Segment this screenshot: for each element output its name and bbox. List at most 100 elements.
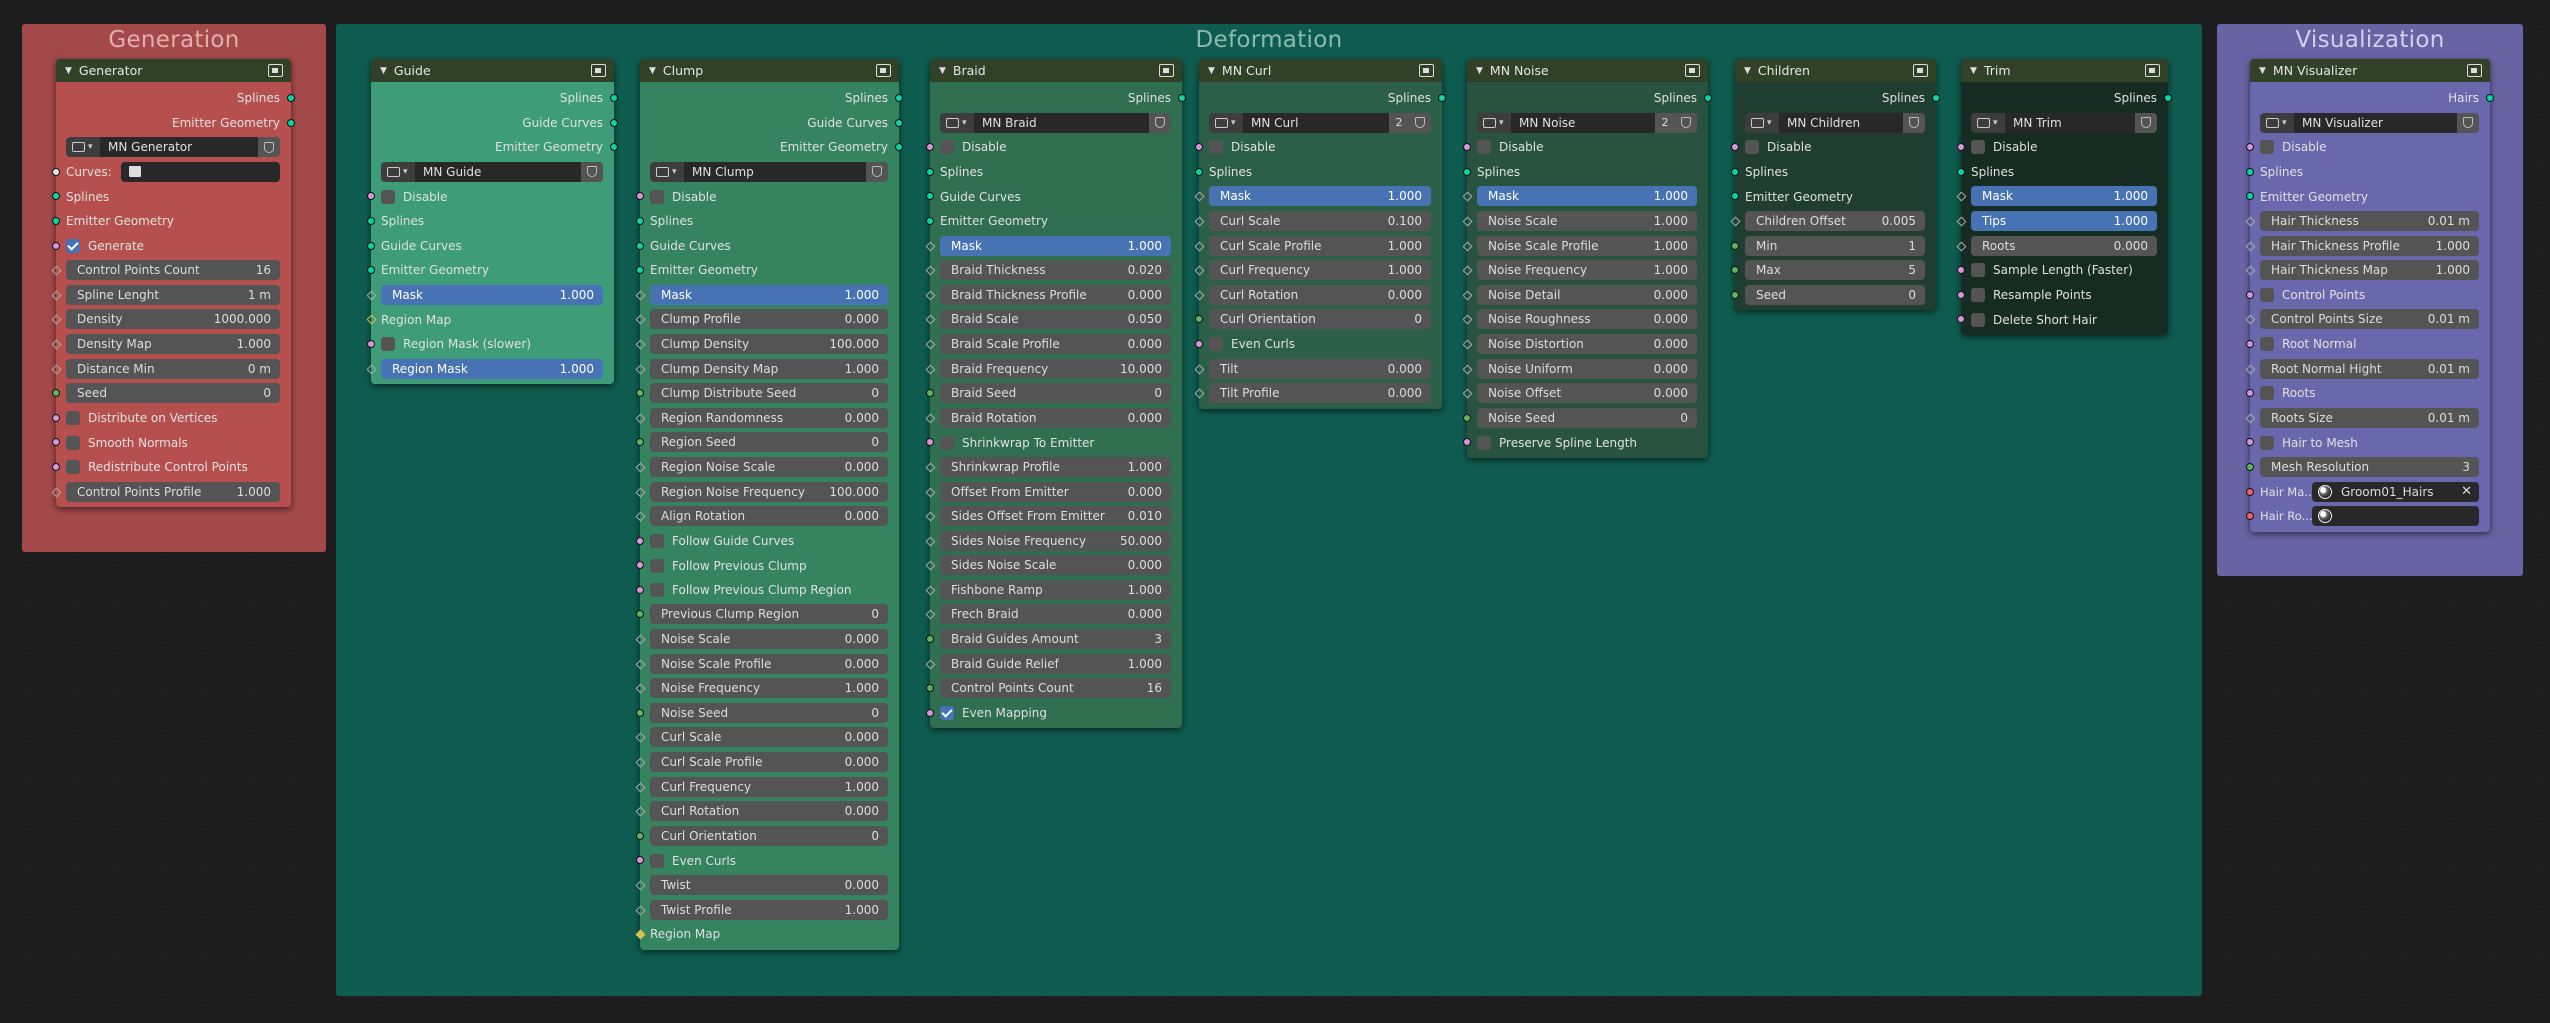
node-group-icon[interactable]	[2467, 64, 2482, 77]
output-socket[interactable]	[1704, 94, 1712, 102]
input-socket[interactable]	[636, 536, 644, 545]
output-socket[interactable]	[1178, 94, 1186, 102]
output-socket[interactable]	[287, 118, 295, 127]
number-field[interactable]: Control Points Count 16	[940, 678, 1171, 699]
fake-user-shield-icon[interactable]	[581, 161, 603, 182]
checkbox[interactable]	[650, 533, 664, 548]
input-socket[interactable]	[1731, 241, 1739, 250]
node-header[interactable]: ▼ Children	[1735, 59, 1936, 82]
group-selector[interactable]: ▾ MN Clump	[650, 161, 888, 182]
disable-checkbox[interactable]	[381, 189, 395, 204]
node-tree-icon[interactable]: ▾	[381, 161, 415, 182]
group-name-field[interactable]: MN Trim	[2005, 112, 2135, 133]
number-field[interactable]: Seed 0	[1745, 284, 1925, 305]
number-field[interactable]: Children Offset 0.005	[1745, 210, 1925, 231]
checkbox[interactable]	[66, 460, 80, 475]
number-field[interactable]: Region Seed 0	[650, 432, 888, 453]
output-socket[interactable]	[1438, 94, 1446, 102]
output-socket[interactable]	[610, 94, 618, 102]
mask-slider[interactable]: Mask 1.000	[940, 235, 1171, 256]
input-socket[interactable]	[926, 438, 934, 447]
number-field[interactable]: Spline Lenght 1 m	[66, 284, 280, 305]
fake-user-shield-icon[interactable]	[1903, 112, 1925, 133]
node-tree-icon[interactable]: ▾	[1745, 112, 1779, 133]
checkbox[interactable]	[1971, 288, 1985, 303]
chevron-down-icon[interactable]: ▼	[939, 66, 946, 76]
number-field[interactable]: Curl Orientation 0	[650, 825, 888, 846]
checkbox[interactable]	[1209, 337, 1223, 352]
number-field[interactable]: Braid Seed 0	[940, 383, 1171, 404]
node-tree-icon[interactable]: ▾	[1477, 112, 1511, 133]
input-socket[interactable]	[52, 389, 60, 398]
number-field[interactable]: Noise Scale Profile 0.000	[650, 653, 888, 674]
number-field[interactable]: Noise Offset 0.000	[1477, 383, 1697, 404]
checkbox[interactable]	[66, 435, 80, 450]
number-field[interactable]: Region Noise Frequency 100.000	[650, 481, 888, 502]
fake-user-shield-icon[interactable]	[2457, 112, 2479, 133]
chevron-down-icon[interactable]: ▼	[1208, 66, 1215, 76]
number-field[interactable]: Density Map 1.000	[66, 333, 280, 354]
number-field[interactable]: Noise Seed 0	[1477, 407, 1697, 428]
number-field[interactable]: Noise Roughness 0.000	[1477, 309, 1697, 330]
input-socket[interactable]	[2246, 192, 2254, 201]
node-tree-icon[interactable]: ▾	[2260, 112, 2294, 133]
input-socket[interactable]	[1731, 290, 1739, 299]
input-socket[interactable]	[2246, 462, 2254, 471]
input-socket[interactable]	[636, 266, 644, 275]
node-mn-visualizer[interactable]: ▼ MN Visualizer Hairs ▾ MN Visualizer Di…	[2245, 59, 2494, 532]
number-field[interactable]: Twist Profile 1.000	[650, 899, 888, 920]
number-field[interactable]: Curl Rotation 0.000	[650, 801, 888, 822]
node-header[interactable]: ▼ Guide	[371, 59, 614, 82]
disable-checkbox[interactable]	[1745, 140, 1759, 155]
number-field[interactable]: Curl Rotation 0.000	[1209, 284, 1431, 305]
number-field[interactable]: Noise Seed 0	[650, 702, 888, 723]
chevron-down-icon[interactable]: ▼	[2259, 66, 2266, 76]
node-guide[interactable]: ▼ Guide Splines Guide Curves Emitter Geo…	[366, 59, 618, 385]
node-header[interactable]: ▼ MN Curl	[1199, 59, 1442, 82]
node-generator[interactable]: ▼ Generator Splines Emitter Geometry ▾ M…	[51, 59, 295, 508]
chevron-down-icon[interactable]: ▼	[380, 66, 387, 76]
input-socket[interactable]	[1957, 143, 1965, 152]
group-selector[interactable]: ▾ MN Visualizer	[2260, 112, 2479, 133]
group-selector[interactable]: ▾ MN Generator	[66, 137, 280, 158]
fake-user-shield-icon[interactable]	[2135, 112, 2157, 133]
input-socket[interactable]	[636, 438, 644, 447]
chevron-down-icon[interactable]: ▼	[65, 66, 72, 76]
number-field[interactable]: Region Noise Scale 0.000	[650, 456, 888, 477]
input-socket[interactable]	[926, 216, 934, 225]
group-selector[interactable]: ▾ MN Braid	[940, 112, 1171, 133]
input-socket[interactable]	[636, 389, 644, 398]
checkbox[interactable]	[940, 435, 954, 450]
node-trim[interactable]: ▼ Trim Splines ▾ MN Trim Disable Splines…	[1956, 59, 2172, 335]
disable-checkbox[interactable]	[1209, 140, 1223, 155]
input-socket[interactable]	[52, 167, 60, 176]
input-socket[interactable]	[367, 339, 375, 348]
node-header[interactable]: ▼ Clump	[640, 59, 899, 82]
node-group-icon[interactable]	[268, 64, 283, 77]
input-socket[interactable]	[636, 561, 644, 570]
group-name-field[interactable]: MN Visualizer	[2294, 112, 2457, 133]
roots-slider[interactable]: Roots 0.000	[1971, 235, 2157, 256]
node-tree-icon[interactable]: ▾	[940, 112, 974, 133]
node-header[interactable]: ▼ Generator	[56, 59, 291, 82]
number-field[interactable]: Offset From Emitter 0.000	[940, 481, 1171, 502]
number-field[interactable]: Curl Orientation 0	[1209, 309, 1431, 330]
disable-checkbox[interactable]	[1477, 140, 1491, 155]
number-field[interactable]: Root Normal Hight 0.01 m	[2260, 358, 2479, 379]
generate-checkbox[interactable]	[66, 238, 80, 253]
number-field[interactable]: Braid Scale Profile 0.000	[940, 333, 1171, 354]
number-field[interactable]: Braid Thickness 0.020	[940, 260, 1171, 281]
number-field[interactable]: Noise Scale Profile 1.000	[1477, 235, 1697, 256]
node-group-icon[interactable]	[1159, 64, 1174, 77]
input-socket[interactable]	[926, 684, 934, 693]
number-field[interactable]: Roots Size 0.01 m	[2260, 407, 2479, 428]
input-socket[interactable]	[52, 462, 60, 471]
number-field[interactable]: Noise Frequency 1.000	[650, 678, 888, 699]
number-field[interactable]: Hair Thickness Map 1.000	[2260, 260, 2479, 281]
number-field[interactable]: Braid Rotation 0.000	[940, 407, 1171, 428]
input-socket[interactable]	[367, 241, 375, 250]
output-socket[interactable]	[1932, 94, 1940, 102]
node-mn-noise[interactable]: ▼ MN Noise Splines ▾ MN Noise 2 Disable …	[1462, 59, 1712, 458]
number-field[interactable]: Control Points Count 16	[66, 260, 280, 281]
group-name-field[interactable]: MN Generator	[100, 137, 258, 158]
